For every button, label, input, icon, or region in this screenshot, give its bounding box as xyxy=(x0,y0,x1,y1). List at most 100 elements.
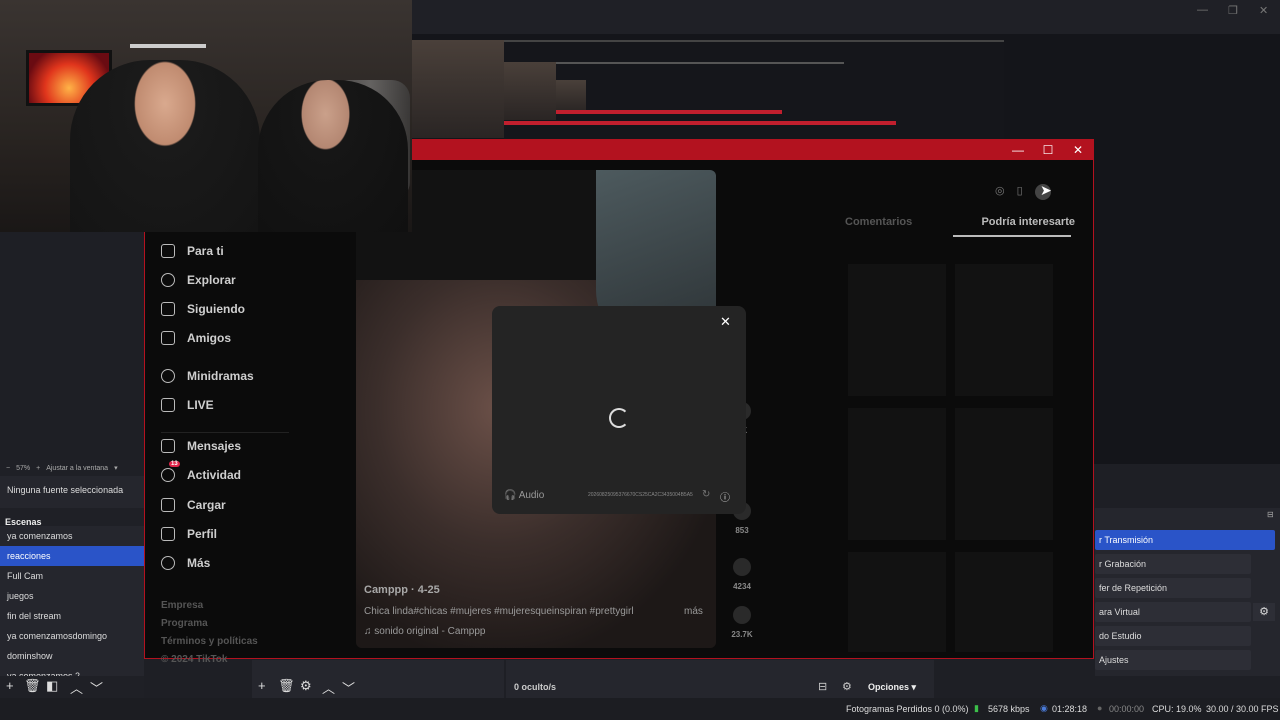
footer-link[interactable]: Términos y políticas xyxy=(161,636,258,647)
activity-icon: 13 xyxy=(161,461,180,482)
chevron-down-icon[interactable]: ▾ xyxy=(114,464,118,472)
zoom-bar: − 57% + Ajustar a la ventana ▾ xyxy=(0,460,144,476)
suggested-thumb[interactable] xyxy=(848,408,946,540)
sidebar-item[interactable]: Perfil xyxy=(161,521,217,547)
hidden-count: 0 oculto/s xyxy=(514,682,557,692)
suggested-thumb[interactable] xyxy=(955,552,1053,652)
sidebar-item[interactable]: Explorar xyxy=(161,267,236,293)
window-maximize-icon[interactable]: ☐ xyxy=(1033,140,1063,160)
suggested-thumb[interactable] xyxy=(955,408,1053,540)
dock-float-icon[interactable]: ⊟ xyxy=(1267,510,1274,519)
device-icon[interactable]: ▯ xyxy=(1017,184,1023,200)
add-source-button[interactable]: + xyxy=(258,678,266,693)
zoom-out-button[interactable]: − xyxy=(6,465,10,472)
friends-icon xyxy=(161,331,175,345)
session-code: 20260825095376670CS25CA2C3435004B5A5 xyxy=(588,492,693,498)
virtual-camera-settings-icon[interactable]: ⚙ xyxy=(1253,603,1275,621)
scene-item[interactable]: juegos xyxy=(0,586,144,606)
scenes-header: Escenas xyxy=(0,508,144,527)
footer-link[interactable]: © 2024 TikTok xyxy=(161,654,227,665)
sidebar-item[interactable]: LIVE xyxy=(161,392,214,418)
fit-window-button[interactable]: Ajustar a la ventana xyxy=(46,465,108,472)
scene-item[interactable]: ya comenzamosdomingo xyxy=(0,626,144,646)
minimize-icon[interactable]: — xyxy=(1197,4,1208,16)
sidebar-item[interactable]: Siguiendo xyxy=(161,296,245,322)
video-sound[interactable]: ♫ sonido original - Camppp xyxy=(364,626,485,637)
profile-icon xyxy=(161,527,175,541)
scene-item[interactable]: ya comenzamos xyxy=(0,526,144,546)
scene-filter-button[interactable]: ◧ xyxy=(46,678,58,694)
control-button[interactable]: do Estudio xyxy=(1095,626,1251,646)
close-icon[interactable]: ✕ xyxy=(1259,4,1268,17)
loading-popup: ✕ 🎧 Audio 20260825095376670CS25CA2C34350… xyxy=(492,306,746,514)
action-button[interactable]: 23.7K xyxy=(727,606,757,639)
control-button[interactable]: Ajustes xyxy=(1095,650,1251,670)
sound-label: sonido original - Camppp xyxy=(374,626,486,637)
sidebar-item[interactable]: Minidramas xyxy=(161,363,254,389)
control-button[interactable]: ara Virtual xyxy=(1095,602,1251,622)
sidebar-item-label: Minidramas xyxy=(187,369,254,383)
suggested-thumb[interactable] xyxy=(955,264,1053,396)
notification-badge: 13 xyxy=(169,461,180,467)
zoom-in-button[interactable]: + xyxy=(36,465,40,472)
caption-more-link[interactable]: más xyxy=(684,606,703,617)
action-button[interactable]: 4234 xyxy=(727,558,757,591)
sidebar-item-label: Amigos xyxy=(187,331,232,345)
sidebar-item[interactable]: Más xyxy=(161,550,210,576)
mirror-window xyxy=(556,110,782,120)
remove-source-button[interactable]: 🗑 xyxy=(278,678,295,694)
messages-icon xyxy=(161,439,175,453)
layout-icon[interactable]: ⊟ xyxy=(818,680,827,693)
control-button[interactable]: r Transmisión xyxy=(1095,530,1275,550)
mirror-window xyxy=(504,121,896,135)
move-up-button[interactable]: ︿ xyxy=(70,678,83,697)
control-button[interactable]: fer de Repetición xyxy=(1095,578,1251,598)
control-button[interactable]: r Grabación xyxy=(1095,554,1251,574)
video-author-line[interactable]: Camppp · 4-25 xyxy=(364,584,440,596)
share-icon xyxy=(733,606,751,624)
cpu-usage: CPU: 19.0% xyxy=(1152,704,1202,714)
popup-close-icon[interactable]: ✕ xyxy=(720,314,731,330)
move-down-button[interactable]: ﹀ xyxy=(90,678,103,697)
scene-item[interactable]: dominshow xyxy=(0,646,144,666)
footer-link[interactable]: Empresa xyxy=(161,600,203,611)
sidebar-item[interactable]: Para ti xyxy=(161,238,224,264)
scene-item[interactable]: reacciones xyxy=(0,546,144,566)
maximize-icon[interactable]: ❐ xyxy=(1228,4,1238,17)
scene-item[interactable]: Full Cam xyxy=(0,566,144,586)
sidebar-item[interactable]: Cargar xyxy=(161,492,226,518)
source-properties-button[interactable]: ⚙ xyxy=(300,678,312,694)
sidebar-item-label: Más xyxy=(187,556,211,570)
remove-scene-button[interactable]: 🗑 xyxy=(24,678,41,694)
tab-suggested[interactable]: Podría interesarte xyxy=(981,216,1075,228)
refresh-icon[interactable]: ↻ xyxy=(702,489,710,500)
suggested-thumb[interactable] xyxy=(848,264,946,396)
sidebar-item[interactable]: Amigos xyxy=(161,325,231,351)
source-up-button[interactable]: ︿ xyxy=(322,678,335,697)
sidebar-item[interactable]: Mensajes xyxy=(161,433,241,459)
webcam-source xyxy=(0,0,412,232)
bookmark-icon xyxy=(733,558,751,576)
info-icon[interactable]: ⓘ xyxy=(720,489,730,504)
video-date: 4-25 xyxy=(417,584,440,596)
sidebar-item-label: LIVE xyxy=(187,398,214,412)
scene-item[interactable]: fin del stream xyxy=(0,606,144,626)
footer-link[interactable]: Programa xyxy=(161,618,208,629)
bitrate: 5678 kbps xyxy=(988,704,1030,714)
tab-comments[interactable]: Comentarios xyxy=(845,216,912,228)
audio-toggle[interactable]: 🎧 Audio xyxy=(504,490,544,501)
window-minimize-icon[interactable]: — xyxy=(1003,140,1033,160)
coins-icon[interactable]: ◎ xyxy=(995,184,1005,200)
add-scene-button[interactable]: + xyxy=(6,678,14,693)
source-down-button[interactable]: ﹀ xyxy=(342,678,355,697)
options-button[interactable]: Opciones ▾ xyxy=(868,682,916,693)
window-close-icon[interactable]: ✕ xyxy=(1063,140,1093,160)
sidebar-item[interactable]: 13 Actividad xyxy=(161,461,241,488)
advanced-audio-icon[interactable]: ⚙ xyxy=(842,680,852,693)
sidebar-divider xyxy=(161,432,289,433)
streamer-right xyxy=(258,80,408,232)
suggested-thumb[interactable] xyxy=(848,552,946,652)
streamer-left xyxy=(70,60,260,232)
shelf xyxy=(130,44,206,48)
status-bar: Fotogramas Perdidos 0 (0.0%) ▮ 5678 kbps… xyxy=(0,698,1280,720)
